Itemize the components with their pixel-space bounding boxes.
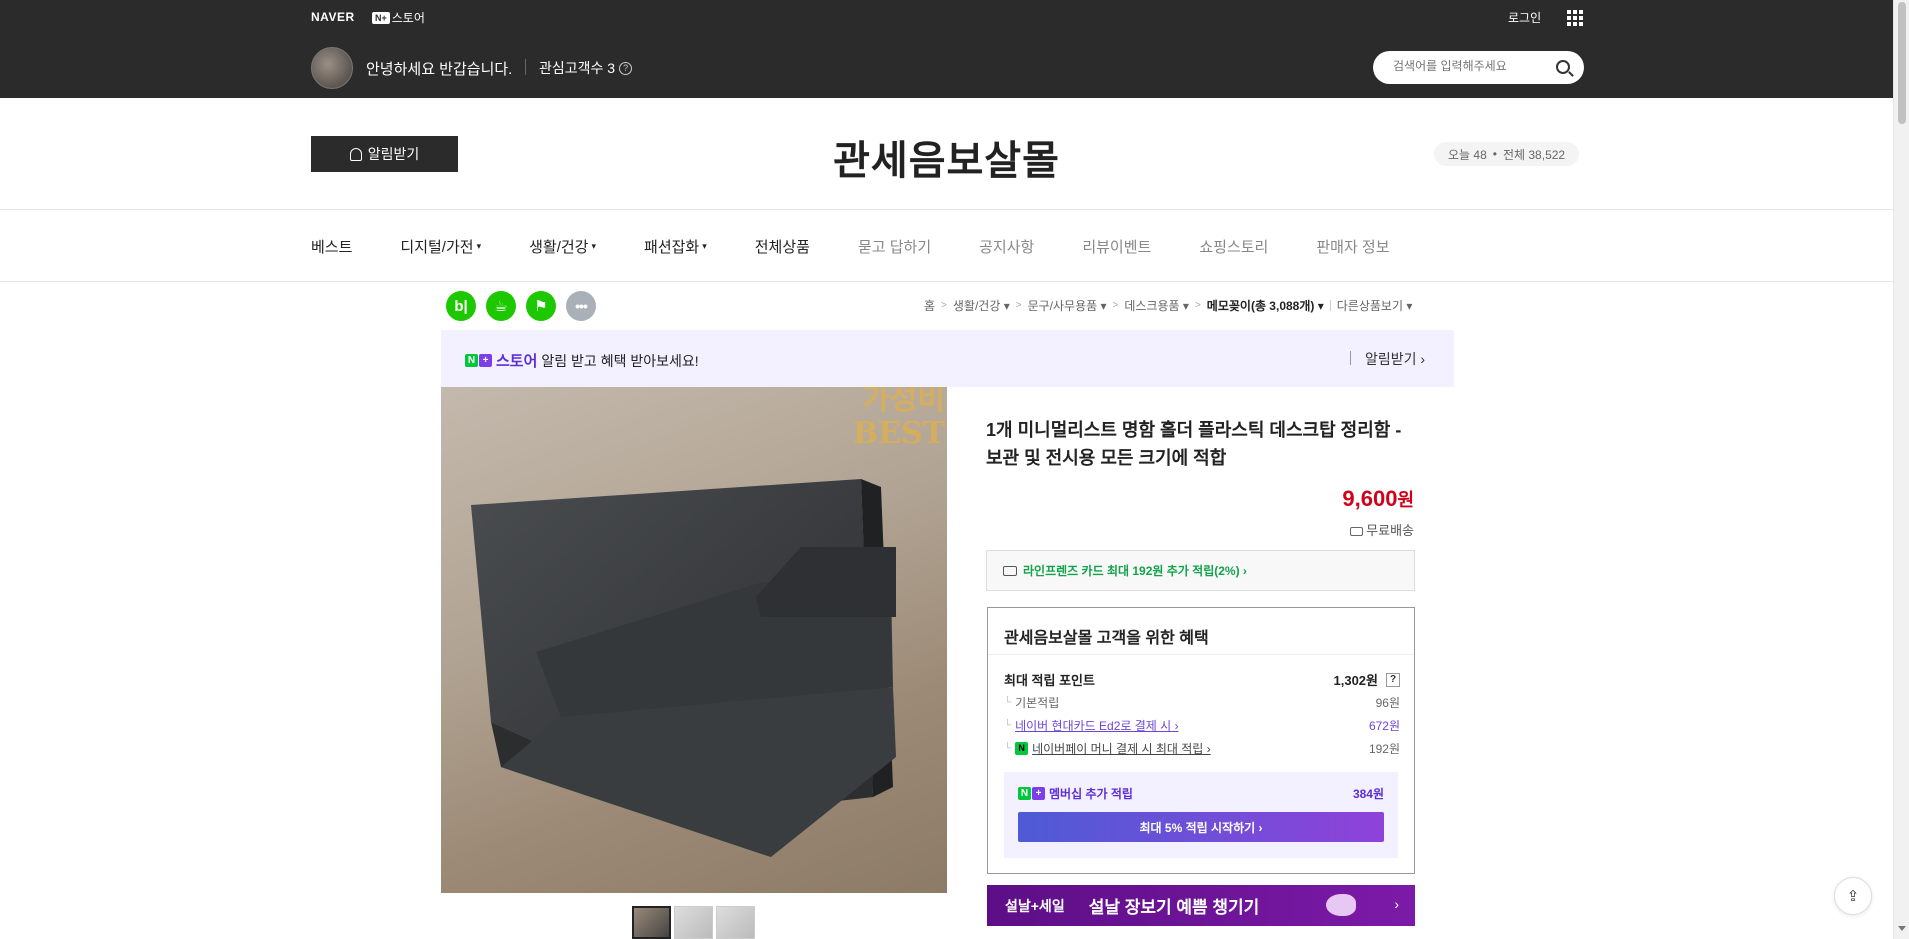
- nplus-icon: N +: [465, 354, 492, 367]
- nav-item-notice[interactable]: 공지사항: [979, 236, 1034, 257]
- chevron-down-icon: ▾: [702, 241, 707, 251]
- share-icon[interactable]: ⇪: [1834, 877, 1872, 915]
- card-holder-image: [471, 479, 896, 857]
- nav-item-shopping-story[interactable]: 쇼핑스토리: [1199, 236, 1268, 257]
- notice-text: N + 스토어 알림 받고 혜택 받아보세요!: [465, 350, 699, 371]
- help-icon[interactable]: ?: [1386, 672, 1400, 687]
- search-box[interactable]: [1373, 51, 1584, 84]
- card-icon: [1003, 565, 1017, 576]
- thumbnail-strip: [632, 906, 755, 939]
- card-points-row: └ 네이버 현대카드 Ed2로 결제 시 › 672원: [1004, 717, 1400, 734]
- product-price: 9,600원: [1342, 486, 1414, 511]
- nplus-icon: N +: [1018, 787, 1045, 800]
- nplus-store-logo[interactable]: N+ 스토어: [372, 9, 425, 26]
- thumbnail[interactable]: [632, 906, 671, 939]
- divider: [525, 59, 526, 75]
- today-visits: 오늘 48: [1448, 147, 1487, 162]
- breadcrumb-desk[interactable]: 데스크용품 ▾: [1124, 297, 1189, 314]
- more-icon[interactable]: •••: [566, 291, 596, 321]
- promo-tag: 설날+세일: [1005, 897, 1065, 914]
- naver-logo[interactable]: NAVER: [311, 10, 355, 24]
- divider: [0, 209, 1893, 210]
- category-nav: 베스트 디지털/가전 ▾ 생활/건강 ▾ 패션잡화 ▾ 전체상품 묻고 답하기 공지사…: [311, 236, 1438, 257]
- shipping-info: 무료배송: [1250, 520, 1414, 539]
- nav-item-digital[interactable]: 디지털/가전 ▾: [400, 236, 481, 257]
- nav-item-seller-info[interactable]: 판매자 정보: [1316, 236, 1389, 257]
- chevron-right-icon: ›: [1394, 896, 1399, 912]
- breadcrumb-stationery[interactable]: 문구/사무용품 ▾: [1028, 297, 1107, 314]
- pay-points-row: └ N 네이버페이 머니 결제 시 최대 적립 › 192원: [1004, 740, 1400, 757]
- social-links: b| ☕ ⚑ •••: [446, 291, 596, 321]
- nav-item-fashion[interactable]: 패션잡화 ▾: [644, 236, 707, 257]
- help-icon[interactable]: ?: [619, 61, 633, 75]
- nav-item-all[interactable]: 전체상품: [755, 236, 810, 257]
- bookmark-icon[interactable]: ⚑: [526, 291, 556, 321]
- search-icon[interactable]: [1556, 60, 1570, 74]
- nav-item-qna[interactable]: 묻고 답하기: [858, 236, 931, 257]
- app-grid-icon[interactable]: [1567, 10, 1583, 26]
- total-visits: 전체 38,522: [1502, 147, 1566, 162]
- blog-icon[interactable]: b|: [446, 291, 476, 321]
- scroll-down-arrow[interactable]: [1898, 926, 1906, 931]
- other-products-link[interactable]: 다른상품보기 ▾: [1337, 297, 1413, 314]
- nav-item-living[interactable]: 생활/건강 ▾: [529, 236, 596, 257]
- top-bar: NAVER N+ 스토어 로그인 안녕하세요 반갑습니다. 관심고객수 3 ?: [0, 0, 1893, 98]
- product-title: 1개 미니멀리스트 명함 홀더 플라스틱 데스크탑 정리함 - 보관 및 전시용…: [986, 420, 1402, 468]
- store-title[interactable]: 관세음보살몰: [0, 128, 1893, 186]
- greeting-text: 안녕하세요 반갑습니다.: [366, 61, 513, 78]
- best-badge: 가성비 BEST: [852, 387, 945, 451]
- basic-points-row: └ 기본적립 96원: [1004, 696, 1400, 710]
- max-points-row: 최대 적립 포인트 1,302원?: [1004, 670, 1400, 689]
- thumbnail[interactable]: [716, 906, 755, 939]
- benefit-panel: 관세음보살몰 고객을 위한 혜택 최대 적립 포인트 1,302원? └ 기본적립…: [987, 607, 1415, 874]
- fans-count: 관심고객수 3 ?: [539, 58, 633, 78]
- dot-separator: •: [1492, 147, 1497, 161]
- promo-banner[interactable]: 설날+세일 설날 장보기 예쁨 챙기기 ›: [987, 885, 1415, 926]
- nplus-store-label: 스토어: [391, 11, 425, 25]
- scrollbar-thumb[interactable]: [1898, 2, 1906, 124]
- thumbnail[interactable]: [674, 906, 713, 939]
- nav-item-review-event[interactable]: 리뷰이벤트: [1082, 236, 1151, 257]
- breadcrumb-current[interactable]: 메모꽂이(총 3,088개) ▾: [1207, 297, 1324, 314]
- promo-image: [1326, 894, 1356, 916]
- breadcrumb-living[interactable]: 생활/건강 ▾: [953, 297, 1010, 314]
- chevron-down-icon: ▾: [591, 241, 597, 251]
- truck-icon: [1350, 527, 1364, 536]
- store-avatar[interactable]: [311, 47, 353, 89]
- alarm-notice-banner: N + 스토어 알림 받고 혜택 받아보세요! 알림받기 ›: [441, 330, 1454, 387]
- visit-counter: 오늘 48 • 전체 38,522: [1434, 142, 1580, 166]
- product-image[interactable]: 가성비 BEST: [441, 387, 947, 893]
- npay-icon: N: [1015, 742, 1029, 755]
- search-input[interactable]: [1393, 59, 1543, 73]
- nav-item-best[interactable]: 베스트: [311, 236, 352, 257]
- scrollbar[interactable]: [1893, 0, 1909, 939]
- card-points-link[interactable]: 네이버 현대카드 Ed2로 결제 시 ›: [1015, 717, 1178, 734]
- fans-count-text: 관심고객수 3: [539, 60, 616, 76]
- card-offer[interactable]: 라인프렌즈 카드 최대 192원 추가 적립(2%) ›: [986, 550, 1415, 591]
- membership-start-button[interactable]: 최대 5% 적립 시작하기 ›: [1018, 812, 1384, 842]
- pay-points-link[interactable]: 네이버페이 머니 결제 시 최대 적립 ›: [1032, 740, 1211, 757]
- notice-alarm-link[interactable]: 알림받기 ›: [1365, 349, 1425, 369]
- divider: [0, 281, 1893, 282]
- breadcrumb-home[interactable]: 홈: [924, 297, 935, 314]
- breadcrumb: 홈 > 생활/건강 ▾ > 문구/사무용품 ▾ > 데스크용품 ▾ > 메모꽂이…: [924, 297, 1413, 314]
- nplus-badge: N+: [372, 11, 390, 24]
- chevron-down-icon: ▾: [476, 241, 482, 251]
- benefit-heading: 관세음보살몰 고객을 위한 혜택: [1004, 630, 1209, 647]
- membership-box: N + 멤버십 추가 적립 384원 최대 5% 적립 시작하기 ›: [1004, 772, 1398, 858]
- promo-text: 설날 장보기 예쁨 챙기기: [1088, 898, 1260, 917]
- login-link[interactable]: 로그인: [1508, 9, 1541, 26]
- cafe-icon[interactable]: ☕: [486, 291, 516, 321]
